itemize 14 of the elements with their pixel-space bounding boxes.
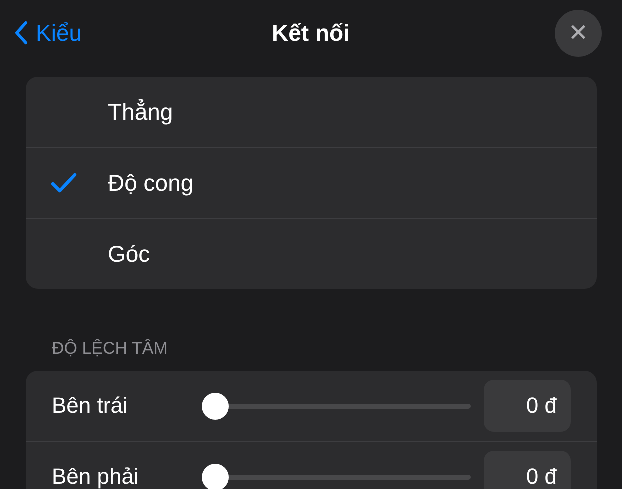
panel-title: Kết nối bbox=[272, 20, 350, 46]
close-button[interactable]: ✕ bbox=[555, 10, 602, 56]
option-item[interactable]: Góc bbox=[26, 218, 597, 289]
value-field[interactable]: 0 đ bbox=[484, 451, 571, 489]
section-title: ĐỘ LỆCH TÂM bbox=[52, 339, 169, 359]
chevron-left-icon bbox=[14, 21, 28, 45]
back-button[interactable]: Kiểu bbox=[14, 20, 82, 46]
slider-thumb[interactable] bbox=[202, 464, 229, 489]
value-field[interactable]: 0 đ bbox=[484, 380, 571, 432]
slider-thumb[interactable] bbox=[202, 392, 229, 420]
slider-label: Bên trái bbox=[52, 393, 129, 419]
slider-label: Bên phải bbox=[52, 464, 140, 489]
option-item[interactable]: Thẳng bbox=[26, 77, 597, 147]
option-item[interactable]: Độ cong bbox=[26, 147, 597, 218]
